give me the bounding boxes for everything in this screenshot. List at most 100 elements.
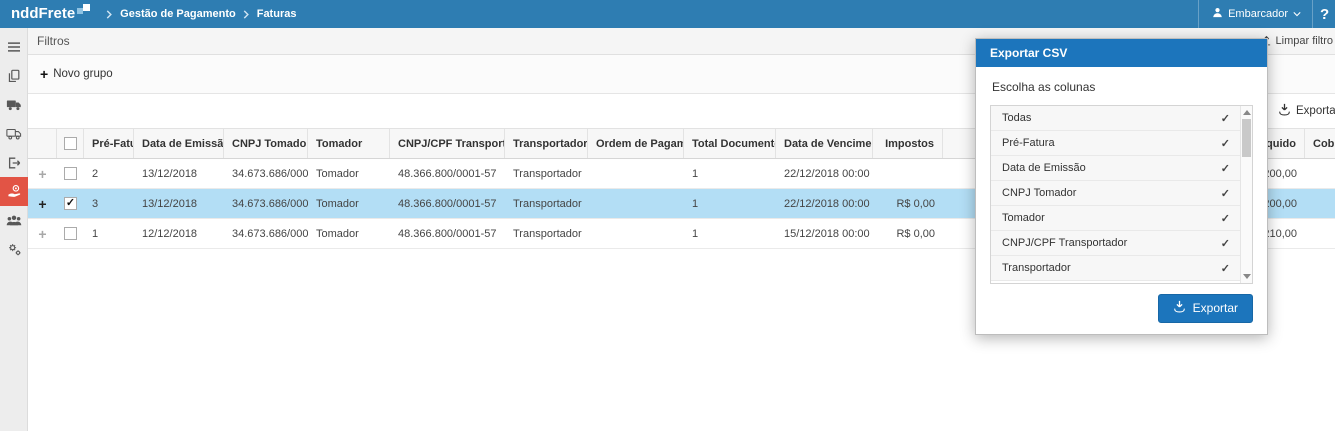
clear-filter-label: Limpar filtro [1275,35,1333,47]
list-scrollbar[interactable] [1240,106,1252,283]
column-header-total_documentos[interactable]: Total Documentos [684,129,776,158]
users-icon[interactable] [0,206,28,235]
logo-squares-icon [77,4,91,17]
column-header-data_vencimento[interactable]: Data de Vencimento [776,129,873,158]
column-option-label: Data de Emissão [1002,162,1086,174]
top-navbar: nddFrete Gestão de Pagamento Faturas Emba… [0,0,1335,28]
check-icon: ✓ [1220,187,1230,200]
cell-cobranca [1305,159,1335,188]
cell-transportador: Transportador [513,197,582,210]
cell-ordem_pagamento [588,189,684,218]
scrollbar-thumb[interactable] [1242,119,1251,157]
cell-cnpj_cpf_transportador: 48.366.800/0001-57 [398,167,497,180]
cell-pre_fatura: 3 [92,197,99,210]
user-menu-label: Embarcador [1228,8,1288,20]
modal-export-button[interactable]: Exportar [1157,294,1253,323]
column-option[interactable]: Transportador ✓ [991,256,1240,281]
column-option[interactable]: CNPJ/CPF Transportador ✓ [991,231,1240,256]
export-csv-label: Exportar CSV [1296,105,1335,117]
column-header-cnpj_tomador[interactable]: CNPJ Tomador [224,129,308,158]
menu-icon[interactable] [0,32,28,61]
column-option[interactable]: Data de Emissão ✓ [991,156,1240,181]
cell-transportador: Transportador [513,227,582,240]
chevron-right-icon [243,9,250,19]
cell-data_vencimento: 22/12/2018 00:00 [784,197,870,210]
cell-impostos [873,159,943,188]
check-icon: ✓ [1220,137,1230,150]
cell-cnpj_cpf_transportador: 48.366.800/0001-57 [398,197,497,210]
column-header-tomador[interactable]: Tomador [308,129,390,158]
breadcrumb-item[interactable]: Gestão de Pagamento [120,8,236,20]
cell-impostos: R$ 0,00 [896,227,935,240]
cell-data_emissao: 12/12/2018 [142,227,198,240]
payment-hand-coin-icon[interactable] [0,177,28,206]
column-option-label: Todas [1002,112,1032,124]
column-header-pre_fatura[interactable]: Pré-Fatura [84,129,134,158]
column-option[interactable]: CNPJ Tomador ✓ [991,181,1240,206]
clear-filter-button[interactable]: Limpar filtro [1259,34,1333,49]
modal-footer: Exportar [990,294,1253,323]
column-header-impostos[interactable]: Impostos [873,129,943,158]
cell-cnpj_tomador: 34.673.686/0001-01 [232,227,308,240]
cell-total_documentos: 1 [692,227,699,240]
modal-title: Exportar CSV [976,39,1267,67]
new-group-button[interactable]: + Novo grupo [40,66,113,82]
expand-row-button[interactable]: + [38,166,46,182]
column-header-select[interactable] [57,129,84,158]
cell-cnpj_tomador: 34.673.686/0001-01 [232,197,308,210]
new-group-label: Novo grupo [53,68,113,80]
scroll-down-icon[interactable] [1243,274,1251,279]
cell-expand: + [28,189,57,218]
check-icon: ✓ [1220,237,1230,250]
chevron-right-icon [106,9,113,19]
column-header-expand[interactable] [28,129,57,158]
column-header-transportador[interactable]: Transportador [505,129,588,158]
column-header-data_emissao[interactable]: Data de Emissão↓ [134,129,224,158]
user-menu[interactable]: Embarcador [1198,0,1312,28]
breadcrumb-item[interactable]: Faturas [257,8,297,20]
settings-gears-icon[interactable] [0,235,28,264]
truck-icon[interactable] [0,90,28,119]
cell-select: ✓ [57,189,84,218]
person-icon [1212,7,1223,21]
documents-icon[interactable] [0,61,28,90]
column-option-label: CNPJ/CPF Transportador [1002,237,1128,249]
cell-total_documentos: 1 [692,167,699,180]
row-checkbox[interactable]: ✓ [64,197,77,210]
help-icon[interactable]: ? [1313,6,1335,23]
column-header-ordem_pagamento[interactable]: Ordem de Pagamento [588,129,684,158]
cell-select [57,219,84,248]
plus-icon: + [40,66,49,82]
row-checkbox[interactable] [64,167,77,180]
column-header-cobranca[interactable]: Cobra [1305,129,1335,158]
app-logo-text: nddFrete [11,5,76,22]
chevron-down-icon [1293,8,1301,20]
modal-subtitle: Escolha as colunas [992,80,1096,94]
check-icon: ✓ [1220,262,1230,275]
column-header-cnpj_cpf_transportador[interactable]: CNPJ/CPF Transportador [390,129,505,158]
download-icon [1278,103,1291,119]
filters-title: Filtros [37,34,70,48]
cell-pre_fatura: 1 [92,227,99,240]
truck-outline-icon[interactable] [0,119,28,148]
export-icon[interactable] [0,148,28,177]
expand-row-button[interactable]: + [38,226,46,242]
scroll-up-icon[interactable] [1243,110,1251,115]
select-all-checkbox[interactable] [63,137,77,150]
expand-row-button[interactable]: + [38,196,46,212]
cell-total_documentos: 1 [692,197,699,210]
column-option[interactable]: Todas ✓ [991,106,1240,131]
row-checkbox[interactable] [64,227,77,240]
column-list: Todas ✓ Pré-Fatura ✓ Data de Emissão ✓ CNPJ To… [991,106,1240,281]
export-csv-button[interactable]: Exportar CSV [1278,103,1335,119]
cell-cnpj_tomador: 34.673.686/0001-01 [232,167,308,180]
column-option[interactable]: Tomador ✓ [991,206,1240,231]
app-logo[interactable]: nddFrete [0,4,91,24]
navbar-right: Embarcador ? [1198,0,1335,28]
cell-cobranca [1305,189,1335,218]
cell-expand: + [28,159,57,188]
cell-data_vencimento: 22/12/2018 00:00 [784,167,870,180]
column-option[interactable]: Pré-Fatura ✓ [991,131,1240,156]
modal-export-label: Exportar [1192,301,1238,315]
cell-tomador: Tomador [316,227,359,240]
